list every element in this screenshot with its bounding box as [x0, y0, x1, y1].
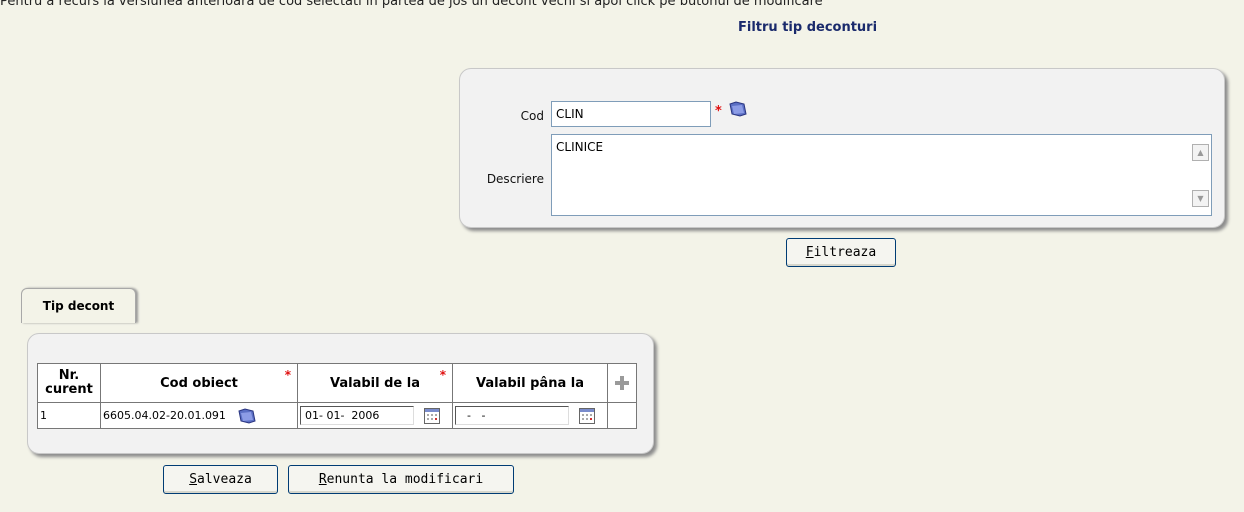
add-row-cell[interactable]	[607, 363, 637, 403]
cell-nr: 1	[37, 402, 101, 429]
cell-valabil-pana-la: - -	[452, 402, 608, 429]
renunta-button-label: enunta la modificari	[326, 472, 484, 487]
tab-tip-decont[interactable]: Tip decont	[21, 288, 136, 323]
scroll-down-icon[interactable]: ▼	[1192, 190, 1209, 207]
salveaza-button-label: alveaza	[197, 472, 252, 487]
required-marker: *	[284, 368, 291, 382]
filtreaza-button[interactable]: Filtreaza	[786, 238, 896, 267]
required-marker: *	[439, 368, 446, 382]
cell-valabil-de-la: 01- 01- 2006	[297, 402, 453, 429]
page-title: Filtru tip deconturi	[738, 20, 878, 35]
header-nr-curent: Nr. curent	[37, 363, 101, 403]
header-cod-obiect-label: Cod obiect	[160, 375, 238, 391]
cell-cod-obiect: 6605.04.02-20.01.091	[100, 402, 298, 429]
table-row[interactable]: 1 6605.04.02-20.01.091 01- 01- 2006 - -	[37, 402, 637, 429]
folder-lookup-icon[interactable]	[237, 407, 257, 425]
header-valabil-pana-la: Valabil pâna la	[452, 363, 608, 403]
calendar-icon[interactable]	[423, 407, 440, 424]
cod-label: Cod	[520, 109, 544, 123]
valabil-de-la-input[interactable]: 01- 01- 2006	[300, 406, 414, 425]
required-marker: *	[715, 104, 722, 119]
cell-empty	[607, 402, 637, 429]
folder-lookup-icon[interactable]	[728, 100, 748, 118]
salveaza-button-mnemonic: S	[189, 472, 198, 487]
header-cod-obiect: Cod obiect *	[100, 363, 298, 403]
header-valabil-de-la-label: Valabil de la	[330, 375, 420, 391]
cod-input[interactable]: CLIN	[551, 101, 711, 127]
salveaza-button[interactable]: Salveaza	[163, 465, 278, 494]
header-valabil-de-la: Valabil de la *	[297, 363, 453, 403]
calendar-icon[interactable]	[578, 407, 595, 424]
filtreaza-button-label: iltreaza	[813, 245, 877, 260]
tip-decont-table: Nr. curent Cod obiect * Valabil de la * …	[37, 363, 637, 429]
renunta-button-mnemonic: R	[318, 472, 327, 487]
filtreaza-button-mnemonic: F	[805, 245, 814, 260]
cell-cod-obiect-value: 6605.04.02-20.01.091	[103, 408, 226, 422]
table-header-row: Nr. curent Cod obiect * Valabil de la * …	[37, 363, 637, 403]
descriere-label: Descriere	[486, 172, 544, 186]
descriere-textarea[interactable]: CLINICE	[551, 134, 1212, 216]
scroll-up-icon[interactable]: ▲	[1192, 144, 1209, 161]
renunta-button[interactable]: Renunta la modificari	[288, 465, 514, 494]
plus-icon[interactable]	[613, 374, 631, 392]
truncated-top-banner: Pentru a recurs la versiunea anterioara …	[0, 0, 823, 8]
valabil-pana-la-input[interactable]: - -	[455, 406, 569, 425]
